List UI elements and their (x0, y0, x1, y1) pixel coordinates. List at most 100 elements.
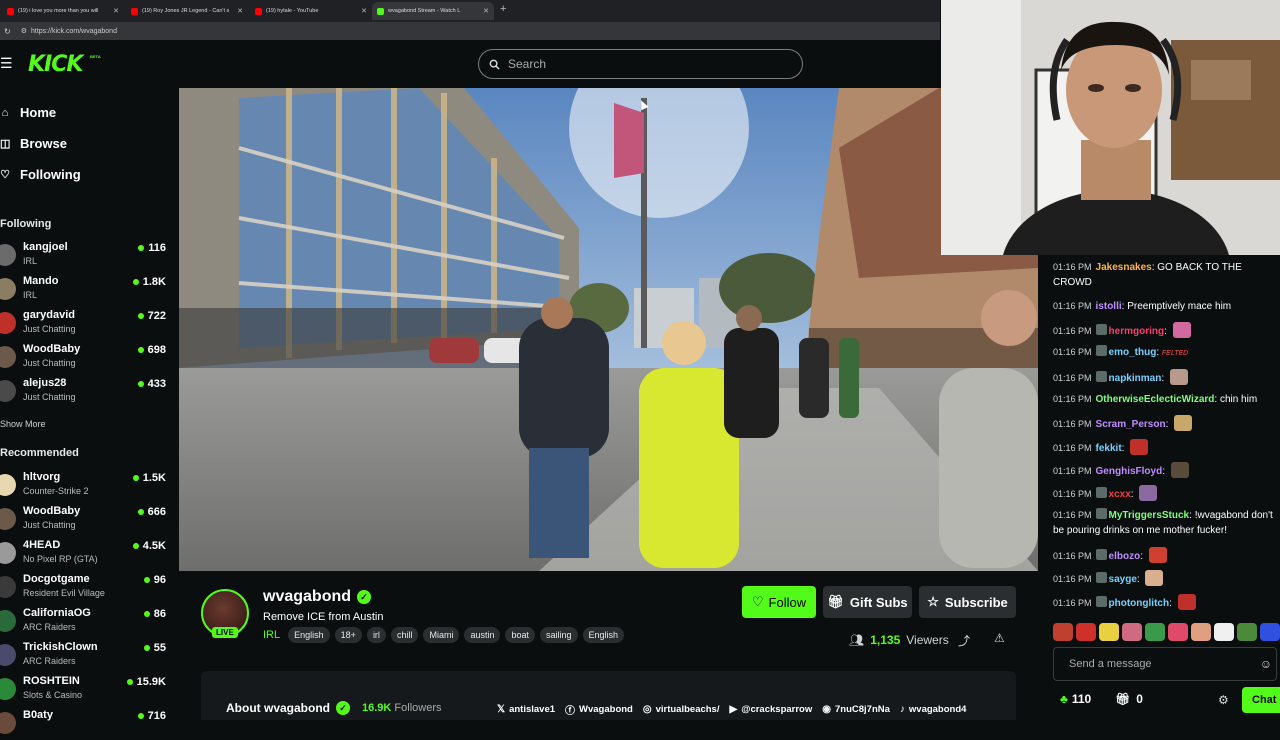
social-link[interactable]: ▶ @cracksparrow (729, 702, 812, 717)
message-username[interactable]: GenghisFloyd (1096, 466, 1163, 477)
close-icon[interactable]: ✕ (361, 7, 367, 15)
channel-points[interactable]: ♣ 110 (1060, 692, 1091, 706)
sidebar-item-home[interactable]: ⌂ Home (0, 105, 56, 120)
emote-icon[interactable] (1168, 623, 1188, 641)
message-time: 01:16 PM (1053, 262, 1092, 272)
channel-item[interactable]: alejus28 Just Chatting 433 (0, 376, 172, 408)
tag-chip[interactable]: austin (464, 627, 501, 643)
message-username[interactable]: sayge (1109, 574, 1137, 585)
message-username[interactable]: napkinman (1109, 373, 1162, 384)
tag-chip[interactable]: Miami (423, 627, 460, 643)
channel-name: ROSHTEIN (23, 675, 80, 687)
channel-item[interactable]: hltvorg Counter-Strike 2 1.5K (0, 470, 172, 502)
chat-send-button[interactable]: Chat (1242, 687, 1280, 713)
emote-icon[interactable] (1260, 623, 1280, 641)
message-username[interactable]: photonglitch (1109, 598, 1170, 609)
kick-logo[interactable]: KICK (28, 52, 83, 77)
browser-tab-active[interactable]: wvagabond Stream - Watch L ✕ (372, 2, 494, 20)
channel-item[interactable]: CaliforniaOG ARC Raiders 86 (0, 606, 172, 638)
social-link[interactable]: ♪ wvagabond4 (900, 702, 967, 717)
channel-item[interactable]: ROSHTEIN Slots & Casino 15.9K (0, 674, 172, 706)
message-username[interactable]: xcxx (1109, 489, 1131, 500)
message-separator: : (1136, 574, 1143, 585)
tag-chip[interactable]: boat (505, 627, 536, 643)
reload-icon[interactable]: ↻ (4, 27, 11, 36)
search-input[interactable] (508, 57, 788, 71)
menu-icon[interactable]: ☰ (0, 56, 13, 70)
follow-button[interactable]: ♡ Follow (742, 586, 816, 618)
channel-item[interactable]: B0aty 716 (0, 708, 172, 740)
emote-icon[interactable] (1076, 623, 1096, 641)
tag-chip[interactable]: chill (390, 627, 419, 643)
social-link[interactable]: ⓕ Wvagabond (565, 702, 633, 717)
message-username[interactable]: hermgoring (1109, 326, 1165, 337)
report-icon[interactable]: ⚠ (994, 631, 1005, 645)
message-username[interactable]: elbozo (1109, 551, 1141, 562)
tag-chip[interactable]: English (582, 627, 625, 643)
message-username[interactable]: emo_thug (1109, 347, 1157, 358)
channel-item[interactable]: Mando IRL 1.8K (0, 274, 172, 306)
tag-chip[interactable]: English (288, 627, 330, 643)
gift-count[interactable]: 🎁︎ 0 (1115, 692, 1143, 706)
message-username[interactable]: MyTriggersStuck (1109, 510, 1190, 521)
video-player[interactable] (179, 88, 1038, 571)
social-link[interactable]: ◉ 7nuC8j7nNa (822, 702, 890, 717)
share-icon[interactable]: ⤴ (958, 632, 970, 649)
chat-message: 01:16 PM photonglitch: (1053, 594, 1278, 611)
channel-item[interactable]: kangjoel IRL 116 (0, 240, 172, 272)
close-icon[interactable]: ✕ (237, 7, 243, 15)
channel-item[interactable]: Docgotgame Resident Evil Village 96 (0, 572, 172, 604)
emote-icon[interactable] (1214, 623, 1234, 641)
tag-chip[interactable]: 18+ (334, 627, 362, 643)
tune-icon[interactable]: ⚙ (21, 27, 27, 35)
channel-viewers: 15.9K (126, 676, 166, 688)
url-text[interactable]: https://kick.com/wvagabond (31, 28, 117, 35)
browser-tab[interactable]: (19) i love you more than you will ✕ (2, 2, 124, 20)
channel-item[interactable]: TrickishClown ARC Raiders 55 (0, 640, 172, 672)
channel-item[interactable]: garydavid Just Chatting 722 (0, 308, 172, 340)
viewer-count: 4.5K (142, 540, 166, 552)
social-link[interactable]: 𝕏antislave1 (497, 702, 555, 717)
emote-icon[interactable] (1122, 623, 1142, 641)
subscribe-button[interactable]: ☆ Subscribe (919, 586, 1016, 618)
sidebar-item-following[interactable]: ♡ Following (0, 167, 81, 182)
channel-name[interactable]: wvagabond (263, 588, 351, 606)
address-bar[interactable]: ↻ ⚙ https://kick.com/wvagabond (0, 22, 940, 40)
category-link[interactable]: IRL (263, 629, 280, 641)
browser-tab[interactable]: (19) hytale - YouTube ✕ (250, 2, 372, 20)
message-username[interactable]: OtherwiseEclecticWizard (1096, 394, 1215, 405)
chat-message: 01:16 PM MyTriggersStuck: !wvagabond don'… (1053, 508, 1278, 538)
gift-subs-button[interactable]: 🎁︎ Gift Subs (823, 586, 912, 618)
new-tab-icon[interactable]: + (500, 3, 506, 15)
chat-input[interactable] (1069, 658, 1254, 670)
emote-icon[interactable] (1099, 623, 1119, 641)
channel-item[interactable]: WoodBaby Just Chatting 698 (0, 342, 172, 374)
chat-input-box[interactable]: ☺ (1053, 647, 1277, 681)
social-link[interactable]: ◎ virtualbeachs/ (643, 702, 720, 717)
message-username[interactable]: fekkit (1096, 443, 1122, 454)
emote-icon[interactable] (1053, 623, 1073, 641)
sidebar-item-browse[interactable]: ◫ Browse (0, 136, 67, 151)
message-username[interactable]: Scram_Person (1096, 419, 1166, 430)
channel-category: Just Chatting (23, 358, 76, 368)
tag-chip[interactable]: sailing (540, 627, 578, 643)
message-username[interactable]: Jakesnakes (1096, 262, 1152, 273)
close-icon[interactable]: ✕ (113, 7, 119, 15)
search-box[interactable] (478, 49, 803, 79)
emote-icon[interactable] (1145, 623, 1165, 641)
tag-chip[interactable]: irl (366, 627, 386, 643)
message-time: 01:16 PM (1053, 466, 1092, 476)
emote-icon[interactable] (1191, 623, 1211, 641)
emoji-icon[interactable]: ☺ (1260, 657, 1272, 671)
message-username[interactable]: istolli (1096, 301, 1122, 312)
browser-tab[interactable]: (19) Roy Jones JR Legend - Can't s ✕ (126, 2, 248, 20)
channel-item[interactable]: 4HEAD No Pixel RP (GTA) 4.5K (0, 538, 172, 570)
show-more-link[interactable]: Show More (0, 419, 46, 429)
gear-icon[interactable]: ⚙ (1218, 693, 1229, 707)
chat-message: 01:16 PM sayge: (1053, 570, 1278, 587)
channel-name: Mando (23, 275, 59, 287)
emote-icon[interactable] (1237, 623, 1257, 641)
close-icon[interactable]: ✕ (483, 7, 489, 15)
tab-label: (19) Roy Jones JR Legend - Can't s (142, 8, 230, 14)
channel-item[interactable]: WoodBaby Just Chatting 666 (0, 504, 172, 536)
